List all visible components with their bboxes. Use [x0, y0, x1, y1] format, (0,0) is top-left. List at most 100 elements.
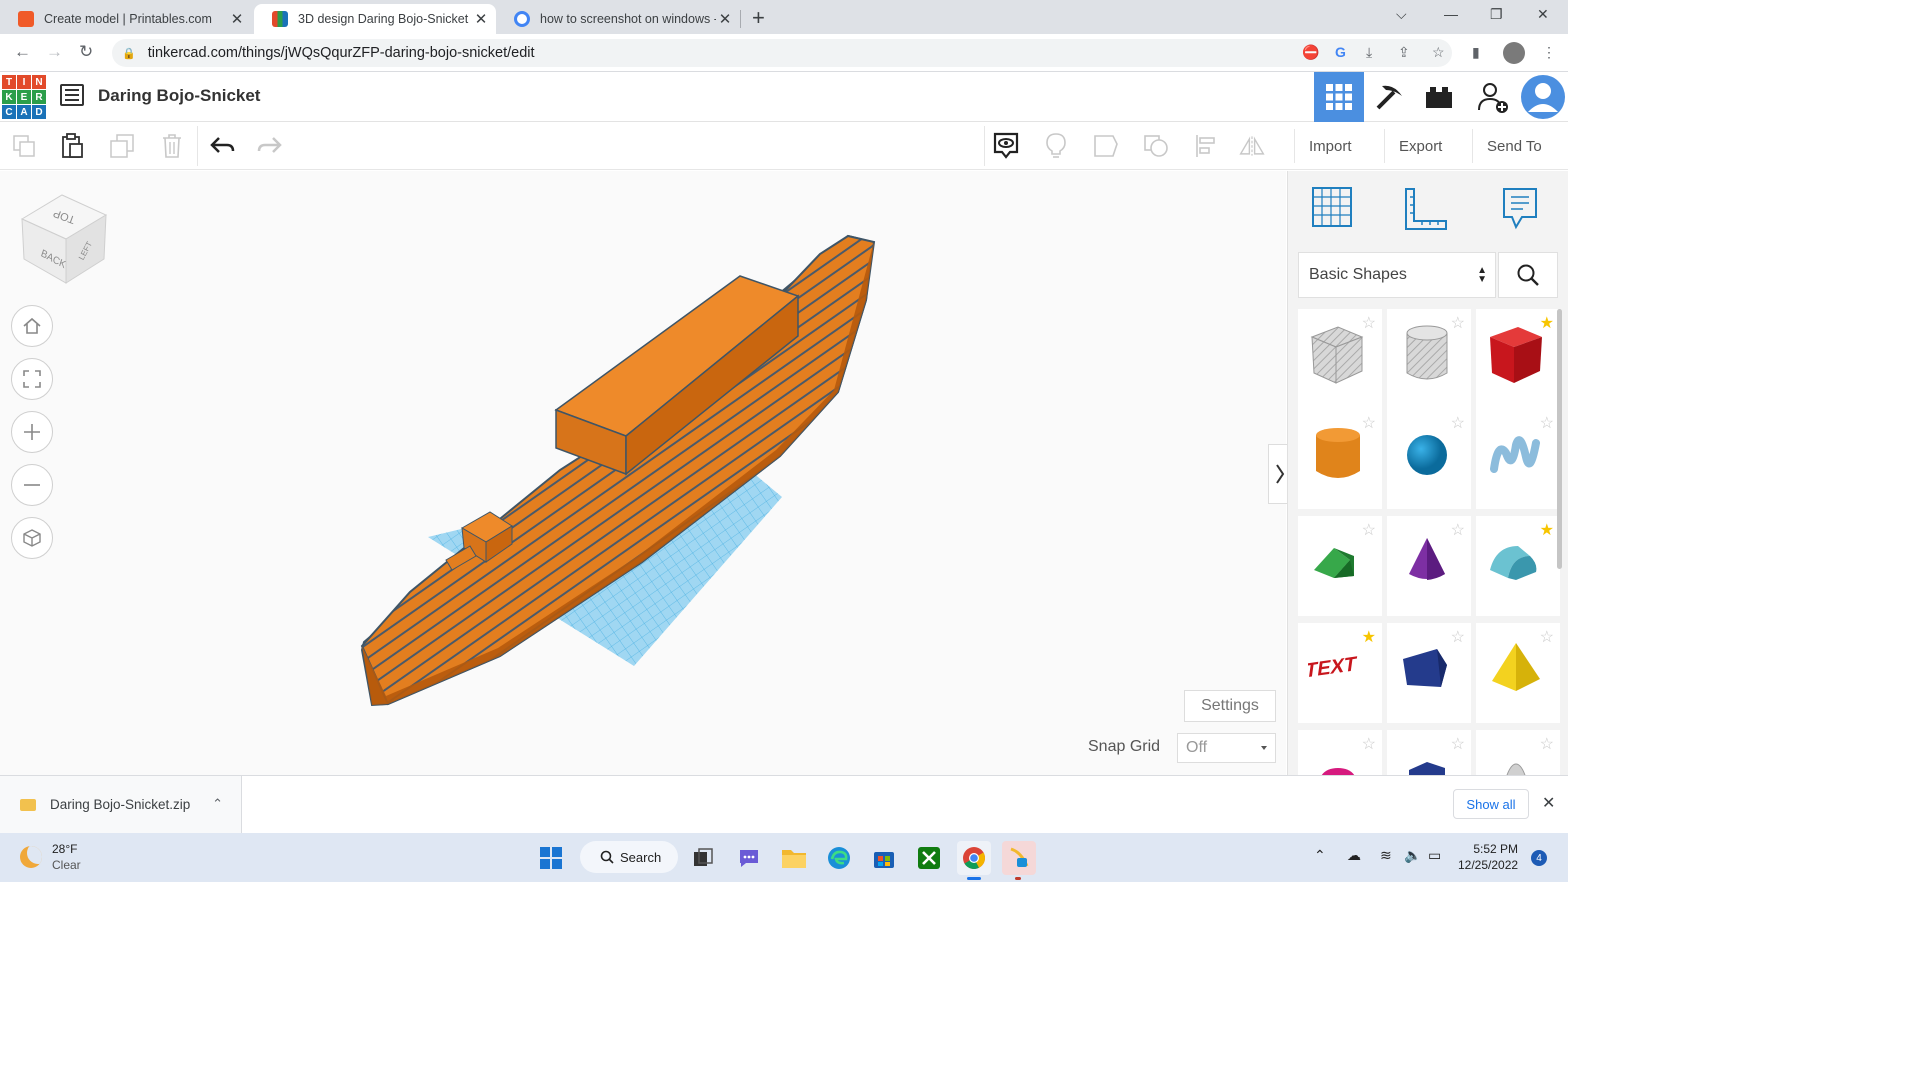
bookmark-star-icon[interactable]: ☆: [1432, 44, 1445, 61]
shape-panel-scrollbar[interactable]: [1557, 309, 1562, 569]
invite-user-button[interactable]: [1468, 72, 1518, 122]
mirror-icon[interactable]: [1238, 132, 1266, 160]
install-app-icon[interactable]: ⤓: [1366, 44, 1372, 61]
volume-icon[interactable]: 🔈: [1404, 847, 1421, 864]
blocks-view-button[interactable]: [1364, 72, 1414, 122]
onedrive-icon[interactable]: ☁: [1347, 847, 1361, 864]
settings-button[interactable]: Settings: [1184, 690, 1276, 722]
shape-box-hole[interactable]: ☆: [1298, 309, 1382, 409]
store-button[interactable]: [867, 841, 901, 875]
taskbar-search[interactable]: Search: [580, 841, 678, 873]
tab-search-icon[interactable]: ⌵: [1396, 6, 1407, 23]
weather-widget[interactable]: 28°F Clear: [20, 841, 81, 873]
export-button[interactable]: Export: [1384, 129, 1456, 163]
shape-category-select[interactable]: Basic Shapes ▲ ▼: [1298, 252, 1496, 298]
shape-half-sphere[interactable]: ☆: [1298, 730, 1382, 775]
minimize-button[interactable]: —: [1444, 6, 1458, 22]
wifi-icon[interactable]: ≋: [1380, 847, 1392, 864]
lightbulb-icon[interactable]: [1042, 132, 1070, 160]
close-download-bar-icon[interactable]: ✕: [1542, 793, 1555, 813]
start-button[interactable]: [534, 841, 568, 875]
clock-date: 12/25/2022: [1458, 858, 1519, 872]
chevron-up-icon[interactable]: ⌃: [1314, 847, 1326, 864]
shape-grid: ☆ ☆ ★ ☆ ☆ ☆ ☆ ☆ ★ ★ TEXT ☆ ☆ ☆ ☆ ☆: [1298, 309, 1560, 775]
tab-google-search[interactable]: how to screenshot on windows - ✕: [496, 4, 740, 34]
close-window-button[interactable]: ✕: [1537, 6, 1549, 23]
windows-logo-icon: [540, 847, 562, 869]
shape-search-button[interactable]: [1498, 252, 1558, 298]
forward-arrow-icon[interactable]: →: [46, 42, 63, 62]
share-icon[interactable]: ⇪: [1398, 44, 1410, 61]
cylinder-hole-icon: [1406, 325, 1448, 380]
shape-polygon[interactable]: ☆: [1387, 730, 1471, 775]
design-title[interactable]: Daring Bojo-Snicket: [98, 86, 260, 106]
3d-scene[interactable]: [0, 171, 1286, 775]
maximize-button[interactable]: ❐: [1490, 6, 1503, 23]
shape-sphere[interactable]: ☆: [1387, 409, 1471, 509]
shape-scribble[interactable]: ☆: [1476, 409, 1560, 509]
snap-grid-select[interactable]: Off: [1177, 733, 1276, 763]
undo-icon[interactable]: [208, 132, 236, 160]
shape-cylinder-hole[interactable]: ☆: [1387, 309, 1471, 409]
shape-cone[interactable]: ☆: [1387, 516, 1471, 616]
file-explorer-button[interactable]: [777, 841, 811, 875]
task-view-button[interactable]: [686, 841, 720, 875]
xbox-button[interactable]: [912, 841, 946, 875]
reload-icon[interactable]: ↻: [79, 42, 93, 62]
blocked-popup-icon[interactable]: ⛔: [1302, 44, 1319, 61]
snip-tool-button[interactable]: [1002, 841, 1036, 875]
3d-design-view-button[interactable]: [1314, 72, 1364, 122]
chrome-menu-icon[interactable]: ⋮: [1542, 44, 1556, 61]
shape-paraboloid[interactable]: ☆: [1476, 730, 1560, 775]
back-arrow-icon[interactable]: ←: [14, 42, 31, 62]
download-item[interactable]: Daring Bojo-Snicket.zip ⌃: [0, 776, 242, 833]
new-tab-button[interactable]: +: [752, 5, 765, 31]
tab-printables[interactable]: Create model | Printables.com ✕: [0, 4, 252, 34]
shape-text[interactable]: ★ TEXT: [1298, 623, 1382, 723]
shape-box[interactable]: ★: [1476, 309, 1560, 409]
google-lens-icon[interactable]: G: [1335, 44, 1346, 60]
align-icon[interactable]: [1192, 132, 1220, 160]
bricks-view-button[interactable]: [1414, 72, 1464, 122]
ungroup-icon[interactable]: [1142, 132, 1170, 160]
send-to-button[interactable]: Send To: [1472, 129, 1556, 163]
redo-icon[interactable]: [256, 132, 284, 160]
side-panel-icon[interactable]: ▮: [1472, 44, 1480, 61]
shape-pyramid[interactable]: ☆: [1476, 623, 1560, 723]
user-avatar-button[interactable]: [1518, 72, 1568, 122]
import-button[interactable]: Import: [1294, 129, 1366, 163]
battery-icon[interactable]: ▭: [1428, 847, 1441, 864]
paste-icon[interactable]: [58, 132, 86, 160]
chrome-button[interactable]: [957, 841, 991, 875]
ruler-tool-button[interactable]: [1402, 185, 1452, 235]
profile-avatar[interactable]: [1503, 42, 1525, 64]
duplicate-icon[interactable]: [108, 132, 136, 160]
teams-chat-button[interactable]: [732, 841, 766, 875]
avatar: [1521, 75, 1565, 119]
edge-button[interactable]: [822, 841, 856, 875]
copy-icon[interactable]: [10, 132, 38, 160]
show-all-downloads-button[interactable]: Show all: [1453, 789, 1529, 819]
notes-visibility-icon[interactable]: [992, 132, 1020, 160]
tinkercad-logo[interactable]: TIN KER CAD: [2, 75, 46, 119]
shape-wedge[interactable]: ☆: [1387, 623, 1471, 723]
tinkercad-header: TIN KER CAD Daring Bojo-Snicket: [0, 72, 1568, 122]
workplane-canvas[interactable]: TOP BACK LEFT Settings Snap Grid Off: [0, 171, 1292, 775]
logo-letter: I: [17, 75, 31, 89]
url-field[interactable]: 🔒 tinkercad.com/things/jWQsQqurZFP-darin…: [112, 39, 1452, 67]
shape-round-roof[interactable]: ★: [1476, 516, 1560, 616]
group-icon[interactable]: [1092, 132, 1120, 160]
notification-badge[interactable]: 4: [1531, 850, 1547, 866]
notes-tool-button[interactable]: [1500, 185, 1550, 235]
shape-roof[interactable]: ☆: [1298, 516, 1382, 616]
chevron-up-icon[interactable]: ⌃: [212, 796, 223, 812]
design-list-icon[interactable]: [60, 84, 84, 106]
tab-close-icon[interactable]: ✕: [228, 10, 246, 28]
tab-tinkercad[interactable]: 3D design Daring Bojo-Snicket | T ✕: [254, 4, 496, 34]
tab-close-icon[interactable]: ✕: [716, 10, 734, 28]
tab-close-icon[interactable]: ✕: [472, 10, 490, 28]
delete-icon[interactable]: [158, 132, 186, 160]
system-clock[interactable]: 5:52 PM 12/25/2022: [1458, 841, 1518, 873]
workplane-tool-button[interactable]: [1310, 185, 1360, 235]
shape-cylinder[interactable]: ☆: [1298, 409, 1382, 509]
